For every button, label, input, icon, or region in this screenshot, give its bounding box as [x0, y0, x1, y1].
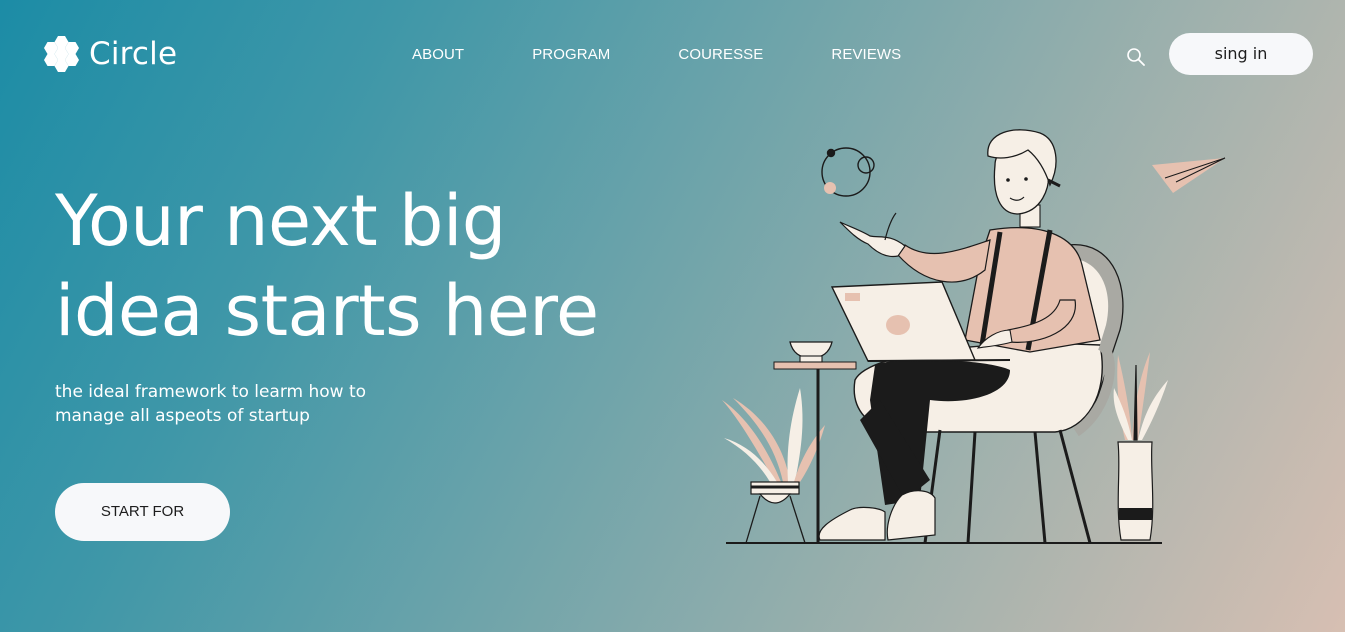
hero-subtitle-line2: manage all aspeots of startup [55, 406, 310, 426]
hero-title: Your next big idea starts here [55, 176, 615, 356]
orbit-icon [821, 147, 875, 197]
hexagon-cluster-logo-icon [44, 36, 79, 72]
paper-plane-icon [1152, 157, 1226, 193]
brand-logo[interactable]: Circle [42, 33, 177, 75]
nav-link-reviews[interactable]: REVIEWS [831, 46, 901, 63]
right-plant [1113, 352, 1168, 541]
landing-page: Circle ABOUT PROGRAM COURESSE REVIEWS si… [0, 0, 1345, 632]
person-with-laptop-illustration [722, 129, 1226, 544]
brand-name: Circle [89, 36, 178, 72]
hero-title-line2: idea starts here [55, 270, 599, 352]
nav-link-courses[interactable]: COURESSE [678, 46, 763, 63]
hero-subtitle-line1: the ideal framework to learm how to [55, 382, 367, 402]
hero-title-line1: Your next big [55, 180, 506, 262]
search-icon[interactable] [1126, 47, 1146, 67]
nav-link-about[interactable]: ABOUT [412, 46, 464, 63]
signin-button[interactable]: sing in [1169, 33, 1313, 75]
hero-subtitle: the ideal framework to learm how to manag… [55, 380, 415, 428]
main-nav: ABOUT PROGRAM COURESSE REVIEWS [412, 46, 901, 63]
nav-link-program[interactable]: PROGRAM [532, 46, 610, 63]
start-for-button[interactable]: START FOR [55, 483, 230, 541]
left-plant [722, 388, 825, 544]
